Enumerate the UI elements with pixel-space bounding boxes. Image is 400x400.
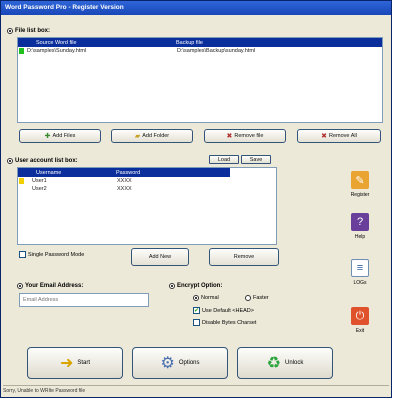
encrypt-label: Encrypt Option: [177,283,223,289]
exit-button[interactable]: ⏻ Exit [345,307,375,345]
radio-selected-icon [193,295,199,301]
unlock-recycle-icon: ♻ [266,355,281,372]
add-folder-button[interactable]: ▰ Add Folder [111,129,193,143]
disable-charset-checkbox[interactable]: Disable Bytes Charset [193,319,256,326]
column-source[interactable]: Source Word file [18,40,173,46]
unlock-button[interactable]: ♻ Unlock [237,347,333,379]
add-files-icon: ✚ [44,133,51,140]
remove-all-button[interactable]: ✖ Remove All [297,129,381,143]
help-button[interactable]: ? Help [345,213,375,251]
radio-unselected-icon [245,295,251,301]
file-list-box[interactable]: Source Word file Backup file D:\samples\… [17,37,383,123]
column-username[interactable]: Username [18,170,113,176]
title-bar: Word Password Pro - Register Version [1,1,391,15]
radio-bullet-icon [7,28,13,34]
file-list-header: Source Word file Backup file [18,38,382,47]
options-tools-icon: ⚙ [160,355,175,372]
user-list-label: User account list box: [15,158,78,164]
encrypt-normal-radio[interactable]: Normal [193,295,219,301]
user-list-header: Username Password [18,168,230,177]
username-cell: User1 [32,178,47,184]
column-password[interactable]: Password [113,170,223,176]
single-password-mode-checkbox[interactable]: Single Password Mode [19,251,84,258]
user-list-box[interactable]: Username Password User1 XXXX User2 XXXX [17,167,277,245]
password-cell: XXXX [117,178,132,184]
checkbox-icon [19,251,26,258]
table-row[interactable]: User1 XXXX [18,177,276,185]
log-document-icon: ≡ [351,259,369,277]
encrypt-faster-radio[interactable]: Faster [245,295,269,301]
source-path: D:\samples\Sunday.html [27,48,87,54]
radio-bullet-icon [17,283,23,289]
column-backup[interactable]: Backup file [173,40,368,46]
remove-all-icon: ✖ [321,133,328,140]
start-signpost-icon: ➜ [59,355,74,372]
exit-icon: ⏻ [351,307,369,325]
start-button[interactable]: ➜ Start [27,347,123,379]
table-row[interactable]: User2 XXXX [18,185,276,193]
status-bar: Sorry, Unable to WRIte Password file [3,385,389,395]
username-cell: User2 [32,186,47,192]
email-label: Your Email Address: [25,283,84,289]
radio-bullet-icon [169,283,175,289]
folder-icon: ▰ [134,133,141,140]
app-window: Word Password Pro - Register Version Fil… [0,0,392,398]
file-list-label: File list box: [15,28,51,34]
remove-file-icon: ✖ [226,133,233,140]
add-files-button[interactable]: ✚ Add Files [19,129,101,143]
table-row[interactable]: D:\samples\Sunday.html D:\samples\Backup… [18,47,382,55]
add-new-button[interactable]: Add New [131,248,189,266]
checkbox-icon [193,319,200,326]
email-input[interactable] [19,293,149,307]
backup-path: D:\samples\Backup\sunday.html [177,48,256,54]
user-list-group: User account list box: [7,158,78,164]
radio-bullet-icon [7,158,13,164]
register-button[interactable]: ✎ Register [345,171,375,209]
load-button[interactable]: Load [209,155,239,164]
encrypt-group: Encrypt Option: [169,283,222,289]
options-button[interactable]: ⚙ Options [132,347,228,379]
email-group: Your Email Address: [17,283,83,289]
remove-file-button[interactable]: ✖ Remove file [204,129,286,143]
save-button[interactable]: Save [241,155,271,164]
logs-button[interactable]: ≡ LOGs [345,259,375,297]
use-default-head-checkbox[interactable]: ✔ Use Default <HEAD> [193,307,254,314]
register-icon: ✎ [351,171,369,189]
password-cell: XXXX [117,186,132,192]
checkmark-icon: ✔ [193,307,200,314]
file-list-group: File list box: [7,28,50,34]
help-book-icon: ? [351,213,369,231]
remove-user-button[interactable]: Remove [209,248,279,266]
